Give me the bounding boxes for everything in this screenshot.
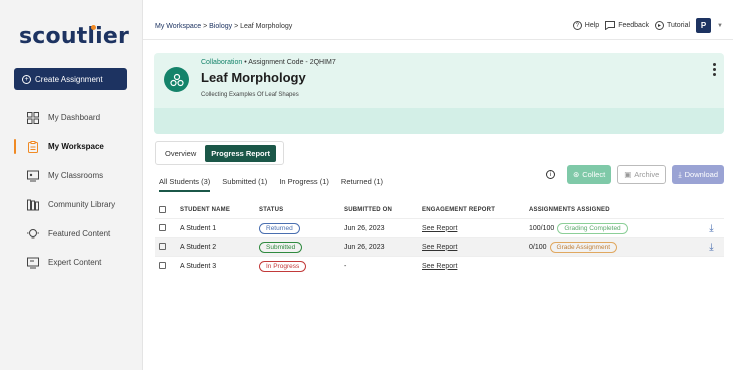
status-badge: In Progress xyxy=(259,260,307,272)
collaboration-icon xyxy=(164,67,189,92)
board-icon xyxy=(27,257,39,269)
sidebar-item-label: My Dashboard xyxy=(48,113,101,122)
avatar[interactable]: P xyxy=(696,18,712,33)
help-button[interactable]: ? Help xyxy=(572,21,599,30)
breadcrumb: My Workspace > Biology > Leaf Morphology xyxy=(155,23,293,30)
table-row: A Student 1 Returned Jun 26, 2023 See Re… xyxy=(155,218,724,237)
filter-in-progress[interactable]: In Progress (1) xyxy=(279,177,329,192)
sidebar-item-label: My Classrooms xyxy=(48,171,104,180)
assignment-title: Leaf Morphology xyxy=(201,70,306,85)
classroom-icon xyxy=(27,170,39,182)
submitted-date: Jun 26, 2023 xyxy=(344,243,385,251)
banner-footer xyxy=(154,108,724,134)
chevron-down-icon[interactable]: ▼ xyxy=(717,23,723,29)
sidebar-item-label: Featured Content xyxy=(48,229,111,238)
sidebar-item-expert[interactable]: Expert Content xyxy=(0,248,143,277)
student-name: A Student 1 xyxy=(180,224,217,232)
archive-icon: ▣ xyxy=(624,170,632,179)
header-submitted-on: SUBMITTED ON xyxy=(344,207,393,213)
sidebar-item-featured[interactable]: Featured Content xyxy=(0,219,143,248)
library-icon xyxy=(27,199,39,211)
score: 100/100 xyxy=(529,224,555,232)
sidebar-item-workspace[interactable]: My Workspace xyxy=(0,132,143,161)
sidebar: scoutlier + Create Assignment My Dashboa… xyxy=(0,0,143,370)
grading-badge[interactable]: Grading Completed xyxy=(557,222,628,234)
more-options-icon[interactable] xyxy=(712,63,716,76)
header-status: STATUS xyxy=(259,207,284,213)
submitted-date: Jun 26, 2023 xyxy=(344,224,385,232)
download-icon[interactable]: ⤓ xyxy=(709,223,713,234)
tutorial-button[interactable]: ▸ Tutorial xyxy=(654,21,690,30)
view-toggle: Overview Progress Report xyxy=(155,141,284,165)
table-header: STUDENT NAME STATUS SUBMITTED ON ENGAGEM… xyxy=(155,202,724,218)
tab-progress-report[interactable]: Progress Report xyxy=(205,144,277,162)
clipboard-icon xyxy=(27,140,39,153)
plus-icon: + xyxy=(22,74,31,84)
assignment-type: Collaboration xyxy=(201,59,243,66)
topbar: My Workspace > Biology > Leaf Morphology… xyxy=(143,0,733,40)
score: 0/100 xyxy=(529,243,547,251)
row-checkbox[interactable] xyxy=(159,242,166,250)
grade-assignment-button[interactable]: Grade Assignment xyxy=(549,241,618,253)
breadcrumb-workspace[interactable]: My Workspace xyxy=(155,23,201,30)
row-checkbox[interactable] xyxy=(159,223,166,231)
archive-button[interactable]: ▣ Archive xyxy=(617,165,667,184)
table-row: A Student 2 Submitted Jun 26, 2023 See R… xyxy=(155,237,724,256)
feedback-button[interactable]: Feedback xyxy=(605,21,649,30)
assignment-subtitle: Collecting Examples Of Leaf Shapes xyxy=(201,92,299,98)
status-badge: Submitted xyxy=(259,241,303,253)
assignment-meta: Collaboration • Assignment Code - 2QHIM7 xyxy=(201,59,336,66)
filter-all-students[interactable]: All Students (3) xyxy=(159,177,211,192)
sidebar-item-dashboard[interactable]: My Dashboard xyxy=(0,103,143,132)
assignment-code: Assignment Code - 2QHIM7 xyxy=(248,59,336,66)
dashboard-icon xyxy=(27,111,39,124)
collect-button[interactable]: ⊛ Collect xyxy=(566,165,612,184)
sidebar-item-classrooms[interactable]: My Classrooms xyxy=(0,161,143,190)
bulb-icon xyxy=(27,228,39,240)
top-actions: ? Help Feedback ▸ Tutorial P ▼ xyxy=(572,18,723,33)
feedback-icon xyxy=(605,21,616,30)
header-engagement-report: ENGAGEMENT REPORT xyxy=(422,207,496,213)
student-name: A Student 3 xyxy=(180,262,217,270)
student-filters: All Students (3) Submitted (1) In Progre… xyxy=(159,177,383,192)
info-icon[interactable]: i xyxy=(545,170,555,179)
header-student-name: STUDENT NAME xyxy=(180,207,231,213)
submitted-date: - xyxy=(344,262,347,270)
play-icon: ▸ xyxy=(654,21,664,30)
sidebar-item-label: My Workspace xyxy=(48,142,104,151)
create-assignment-label: Create Assignment xyxy=(35,74,103,84)
download-button[interactable]: ⤓ Download xyxy=(672,165,724,184)
see-report-link[interactable]: See Report xyxy=(422,225,457,232)
sidebar-item-library[interactable]: Community Library xyxy=(0,190,143,219)
scoutlier-logo[interactable]: scoutlier xyxy=(19,24,129,49)
help-icon: ? xyxy=(572,21,582,30)
progress-table: STUDENT NAME STATUS SUBMITTED ON ENGAGEM… xyxy=(155,202,724,275)
download-icon[interactable]: ⤓ xyxy=(709,242,713,253)
breadcrumb-biology[interactable]: Biology xyxy=(209,23,232,30)
see-report-link[interactable]: See Report xyxy=(422,263,457,270)
download-icon: ⤓ xyxy=(678,169,682,179)
sidebar-item-label: Expert Content xyxy=(48,258,102,267)
see-report-link[interactable]: See Report xyxy=(422,244,457,251)
sidebar-item-label: Community Library xyxy=(48,200,116,209)
sidebar-nav: My Dashboard My Workspace My Classrooms … xyxy=(0,103,143,277)
create-assignment-button[interactable]: + Create Assignment xyxy=(14,68,127,90)
status-badge: Returned xyxy=(259,222,300,234)
tab-overview[interactable]: Overview xyxy=(159,145,202,162)
filter-returned[interactable]: Returned (1) xyxy=(341,177,383,192)
assignment-banner: Collaboration • Assignment Code - 2QHIM7… xyxy=(154,53,724,134)
filter-submitted[interactable]: Submitted (1) xyxy=(222,177,267,192)
student-name: A Student 2 xyxy=(180,243,217,251)
row-checkbox[interactable] xyxy=(159,261,166,269)
breadcrumb-current: Leaf Morphology xyxy=(240,23,293,30)
report-actions: i ⊛ Collect ▣ Archive ⤓ Download xyxy=(545,165,724,184)
table-row: A Student 3 In Progress - See Report xyxy=(155,256,724,275)
select-all-checkbox[interactable] xyxy=(159,205,166,213)
header-assignments-assigned: ASSIGNMENTS ASSIGNED xyxy=(529,207,610,213)
collect-icon: ⊛ xyxy=(572,170,580,179)
